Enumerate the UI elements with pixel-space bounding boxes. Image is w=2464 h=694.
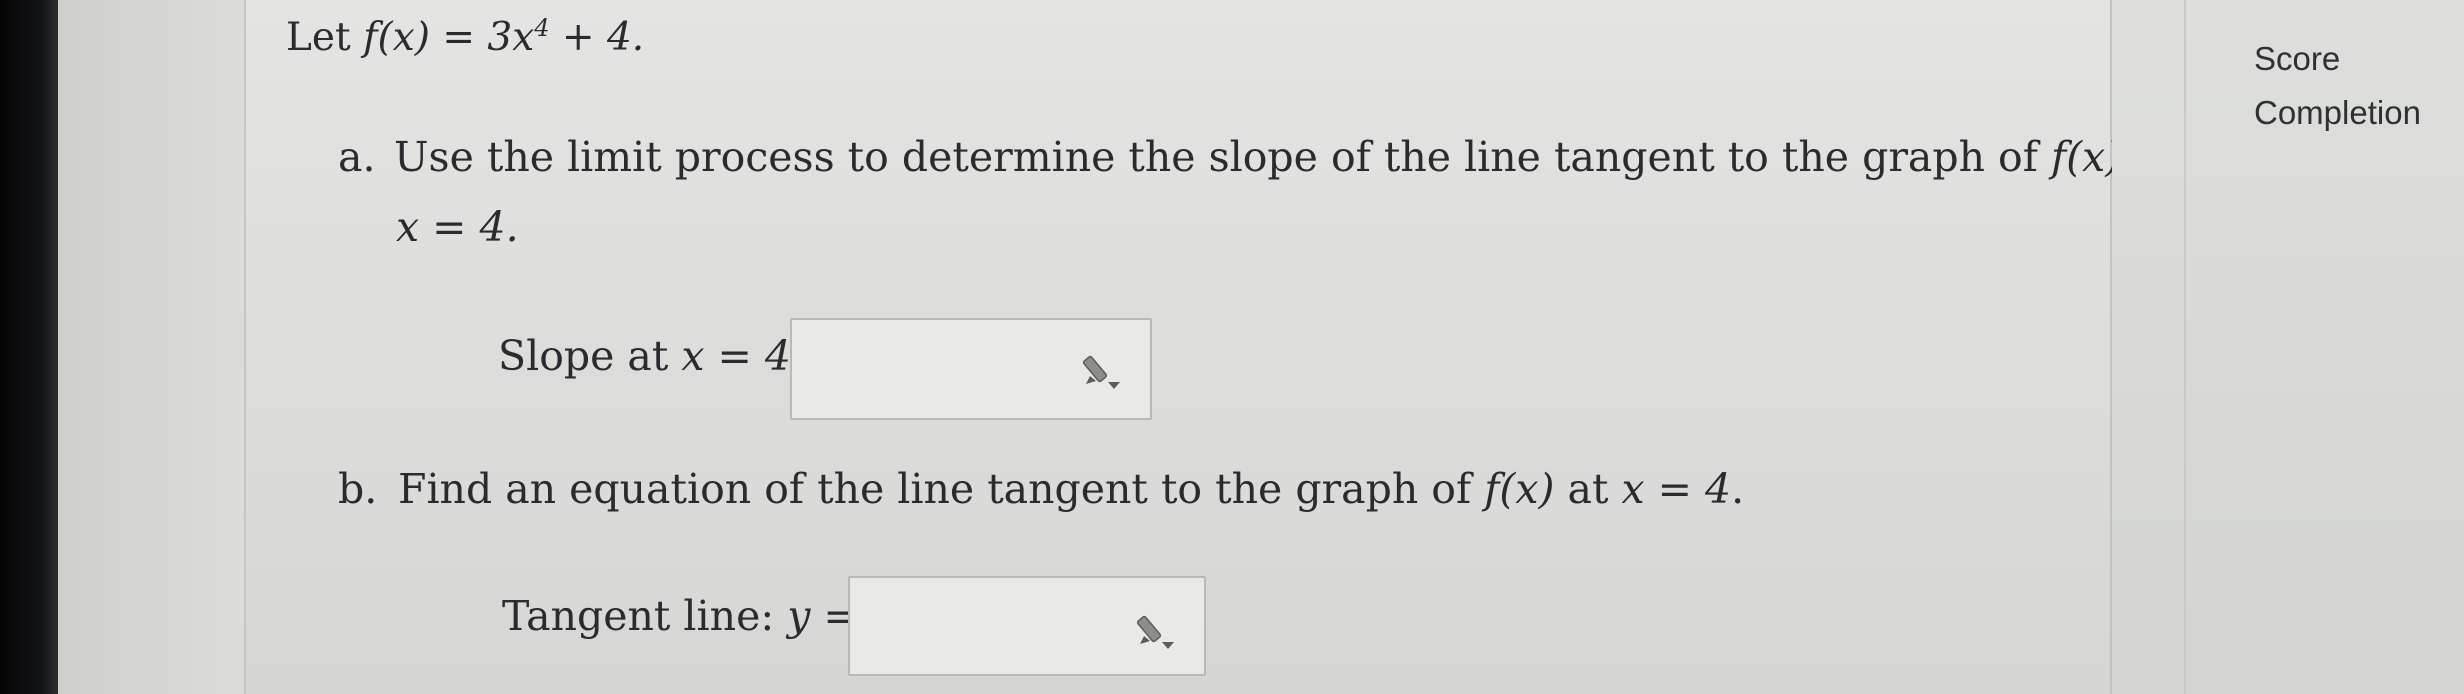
part-b-marker: b. <box>338 465 378 513</box>
part-b-text: Find an equation of the line tangent to … <box>398 465 1485 513</box>
part-a-marker: a. <box>338 133 376 181</box>
part-b-answer-label: Tangent line: y = <box>502 592 858 640</box>
problem-let: Let <box>286 15 364 60</box>
screen-bezel <box>0 0 58 694</box>
sidebar-divider <box>2184 0 2186 694</box>
part-a-answer-label: Slope at x = 4: <box>498 332 805 380</box>
slope-answer-input[interactable] <box>790 318 1152 420</box>
question-panel: Let f(x) = 3x4 + 4. a. Use the limit pro… <box>244 0 2175 694</box>
part-a-fx: f(x) <box>2050 133 2122 181</box>
slope-label-math: x = 4 <box>681 332 792 380</box>
part-b-x-value: x = 4 <box>1621 465 1732 513</box>
tangent-label: Tangent line: <box>502 592 788 640</box>
completion-label: Completion <box>2254 94 2421 131</box>
score-sidebar: Score Completion <box>2112 0 2464 694</box>
part-b-question: Find an equation of the line tangent to … <box>398 465 1744 513</box>
part-a-question: Use the limit process to determine the s… <box>394 133 2175 181</box>
score-label: Score <box>2254 40 2341 77</box>
pencil-dropdown-icon[interactable] <box>1080 348 1126 394</box>
part-a-x-value: x = 4. <box>396 203 519 251</box>
part-a-text: Use the limit process to determine the s… <box>394 133 2051 181</box>
part-b-at: at <box>1554 465 1622 513</box>
problem-exponent: 4 <box>534 14 550 42</box>
pencil-dropdown-icon[interactable] <box>1134 608 1180 654</box>
problem-function: f(x) = 3x <box>363 15 535 60</box>
part-b-fx: f(x) <box>1484 465 1555 513</box>
problem-tail: + 4. <box>549 15 645 60</box>
left-margin <box>58 0 244 694</box>
problem-statement: Let f(x) = 3x4 + 4. <box>286 14 644 60</box>
tangent-answer-input[interactable] <box>848 576 1206 676</box>
slope-label: Slope at <box>498 332 682 380</box>
part-b-period: . <box>1731 465 1745 513</box>
